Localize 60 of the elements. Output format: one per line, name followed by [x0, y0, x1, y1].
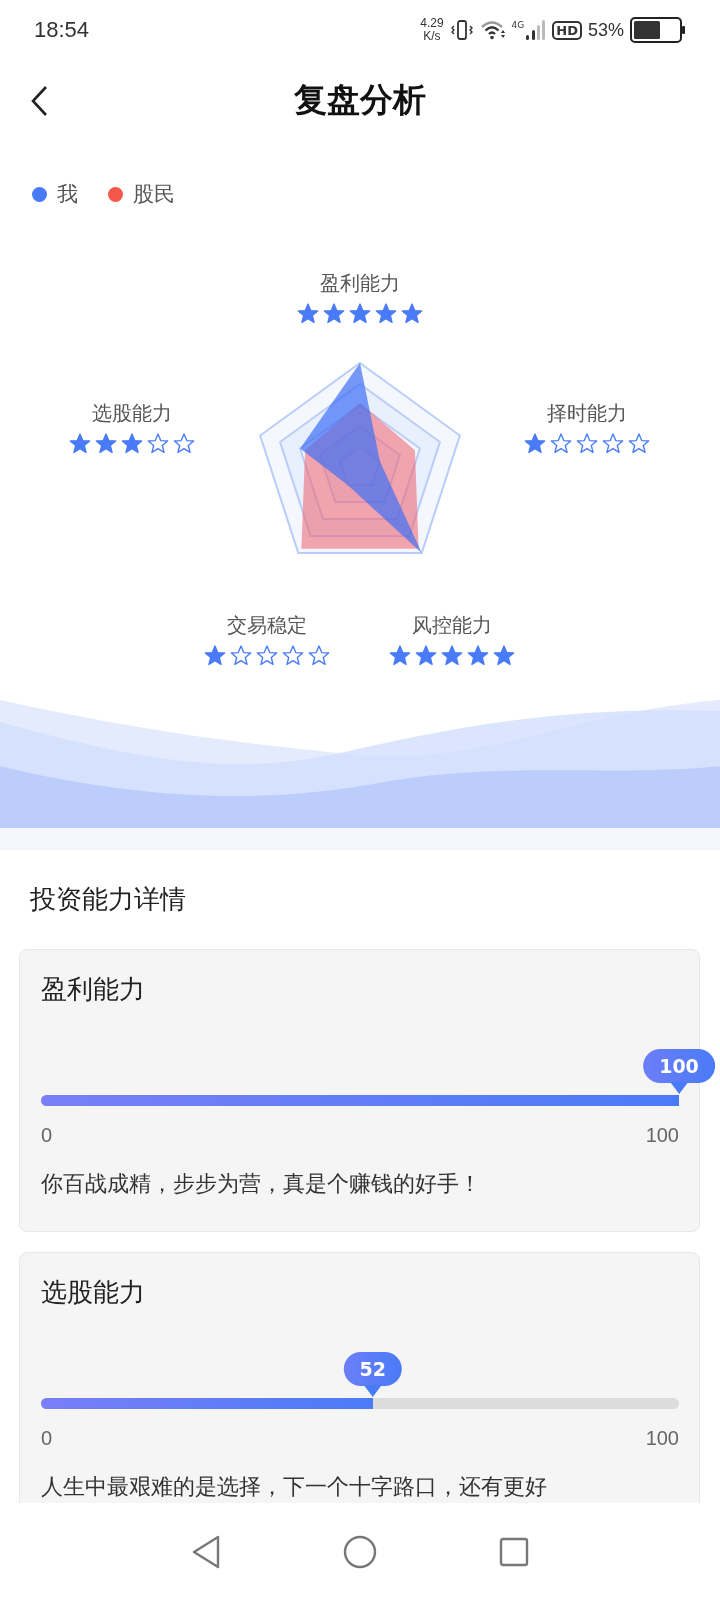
filled-star-icon — [69, 433, 91, 454]
filled-star-icon — [389, 645, 411, 666]
speed-unit: K/s — [423, 30, 441, 43]
page-title: 复盘分析 — [294, 78, 426, 121]
filled-star-icon — [375, 303, 397, 324]
scale-min: 0 — [41, 1427, 53, 1450]
vibrate-icon — [449, 18, 474, 42]
back-nav-icon[interactable] — [191, 1534, 221, 1569]
card-title: 盈利能力 — [41, 973, 146, 1006]
empty-star-icon — [230, 645, 252, 666]
empty-star-icon — [308, 645, 330, 666]
pointer-icon — [670, 1082, 688, 1094]
status-time: 18:54 — [34, 17, 90, 43]
scale-max: 100 — [645, 1427, 679, 1450]
hd-badge: HD — [552, 20, 582, 40]
filled-star-icon — [323, 303, 345, 324]
empty-star-icon — [282, 645, 304, 666]
empty-star-icon — [602, 433, 624, 454]
empty-star-icon — [147, 433, 169, 454]
empty-star-icon — [550, 433, 572, 454]
section-title: 投资能力详情 — [30, 883, 187, 916]
empty-star-icon — [628, 433, 650, 454]
axis-label: 盈利能力 — [320, 270, 400, 297]
score-bubble: 100 — [643, 1049, 715, 1083]
filled-star-icon — [415, 645, 437, 666]
axis-label: 交易稳定 — [227, 612, 307, 639]
filled-star-icon — [204, 645, 226, 666]
filled-star-icon — [524, 433, 546, 454]
card-comment: 你百战成精，步步为营，真是个赚钱的好手！ — [41, 1170, 482, 1198]
empty-star-icon — [256, 645, 278, 666]
filled-star-icon — [441, 645, 463, 666]
pointer-icon — [363, 1385, 382, 1397]
legend-label: 股民 — [133, 181, 175, 208]
filled-star-icon — [349, 303, 371, 324]
axis-label: 风控能力 — [412, 612, 492, 639]
wifi-icon — [479, 19, 506, 41]
card-comment: 人生中最艰难的是选择，下一个十字路口，还有更好 — [41, 1473, 548, 1501]
scale-min: 0 — [41, 1124, 53, 1147]
legend-label: 我 — [57, 181, 78, 208]
empty-star-icon — [173, 433, 195, 454]
filled-star-icon — [493, 645, 515, 666]
score-bubble: 52 — [343, 1352, 402, 1386]
battery-percent: 53% — [587, 19, 624, 41]
recents-nav-icon[interactable] — [499, 1536, 529, 1567]
filled-star-icon — [401, 303, 423, 324]
axis-label: 选股能力 — [92, 400, 172, 427]
filled-star-icon — [95, 433, 117, 454]
home-nav-icon[interactable] — [343, 1534, 377, 1569]
back-button[interactable] — [30, 84, 50, 118]
filled-star-icon — [121, 433, 143, 454]
network-type: 4G — [511, 20, 525, 30]
battery-icon — [630, 17, 686, 43]
filled-star-icon — [297, 303, 319, 324]
card-title: 选股能力 — [41, 1276, 146, 1309]
scale-max: 100 — [645, 1124, 679, 1147]
filled-star-icon — [467, 645, 489, 666]
network-speed: 4.29 — [420, 17, 444, 30]
axis-label: 择时能力 — [547, 400, 627, 427]
empty-star-icon — [576, 433, 598, 454]
signal-icon — [524, 20, 547, 40]
